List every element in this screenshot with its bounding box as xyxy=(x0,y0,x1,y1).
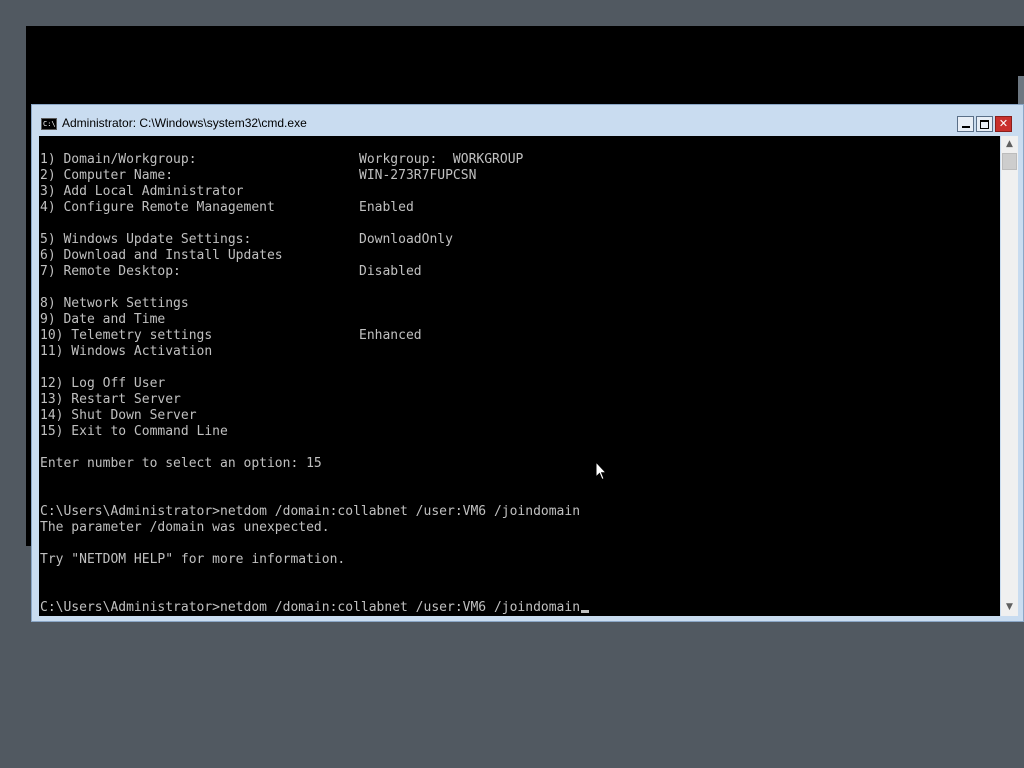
close-icon: ✕ xyxy=(998,117,1009,130)
text-cursor xyxy=(581,610,590,613)
menu-item-label: 14) Shut Down Server xyxy=(40,408,197,423)
scroll-up-arrow-icon[interactable]: ▲ xyxy=(1001,136,1018,153)
menu-item-value: Workgroup: WORKGROUP xyxy=(359,152,524,167)
title-bar[interactable]: C:\ Administrator: C:\Windows\system32\c… xyxy=(32,105,1023,137)
menu-item-value: Enabled xyxy=(359,200,414,215)
menu-item-label: 15) Exit to Command Line xyxy=(40,424,228,439)
maximize-button[interactable] xyxy=(976,116,993,132)
menu-item-label: 8) Network Settings xyxy=(40,296,189,311)
menu-item-label: 11) Windows Activation xyxy=(40,344,213,359)
cmd-icon: C:\ xyxy=(41,118,57,130)
background-window-edge xyxy=(1018,76,1024,106)
mouse-pointer-icon xyxy=(595,461,607,481)
scroll-thumb[interactable] xyxy=(1002,153,1017,170)
maximize-icon xyxy=(980,120,989,129)
menu-item-label: 12) Log Off User xyxy=(40,376,166,391)
help-hint: Try "NETDOM HELP" for more information. xyxy=(40,552,346,567)
menu-item-label: 6) Download and Install Updates xyxy=(40,248,283,263)
menu-item-label: 9) Date and Time xyxy=(40,312,166,327)
menu-item-label: 7) Remote Desktop: xyxy=(40,264,181,279)
cmd-window[interactable]: C:\ Administrator: C:\Windows\system32\c… xyxy=(31,104,1024,622)
console-output[interactable]: 1) Domain/Workgroup: Workgroup: WORKGROU… xyxy=(39,136,1000,616)
close-button[interactable]: ✕ xyxy=(995,116,1012,132)
menu-item-label: 10) Telemetry settings xyxy=(40,328,213,343)
menu-item-label: 13) Restart Server xyxy=(40,392,181,407)
current-command-line[interactable]: C:\Users\Administrator>netdom /domain:co… xyxy=(40,600,590,616)
window-title: Administrator: C:\Windows\system32\cmd.e… xyxy=(62,116,307,130)
current-command-text[interactable]: C:\Users\Administrator>netdom /domain:co… xyxy=(40,600,580,615)
minimize-icon xyxy=(961,126,970,128)
select-option-prompt: Enter number to select an option: 15 xyxy=(40,456,322,471)
command-line: C:\Users\Administrator>netdom /domain:co… xyxy=(40,504,581,519)
menu-item-label: 4) Configure Remote Management xyxy=(40,200,275,215)
menu-item-label: 3) Add Local Administrator xyxy=(40,184,244,199)
menu-item-label: 1) Domain/Workgroup: xyxy=(40,152,197,167)
scroll-down-arrow-icon[interactable]: ▼ xyxy=(1001,599,1018,616)
menu-item-value: WIN-273R7FUPCSN xyxy=(359,168,477,183)
minimize-button[interactable] xyxy=(957,116,974,132)
vertical-scrollbar[interactable]: ▲ ▼ xyxy=(1001,136,1018,616)
menu-item-value: Enhanced xyxy=(359,328,422,343)
menu-item-label: 5) Windows Update Settings: xyxy=(40,232,252,247)
menu-item-value: DownloadOnly xyxy=(359,232,453,247)
error-message: The parameter /domain was unexpected. xyxy=(40,520,330,535)
menu-item-label: 2) Computer Name: xyxy=(40,168,174,183)
menu-item-value: Disabled xyxy=(359,264,422,279)
